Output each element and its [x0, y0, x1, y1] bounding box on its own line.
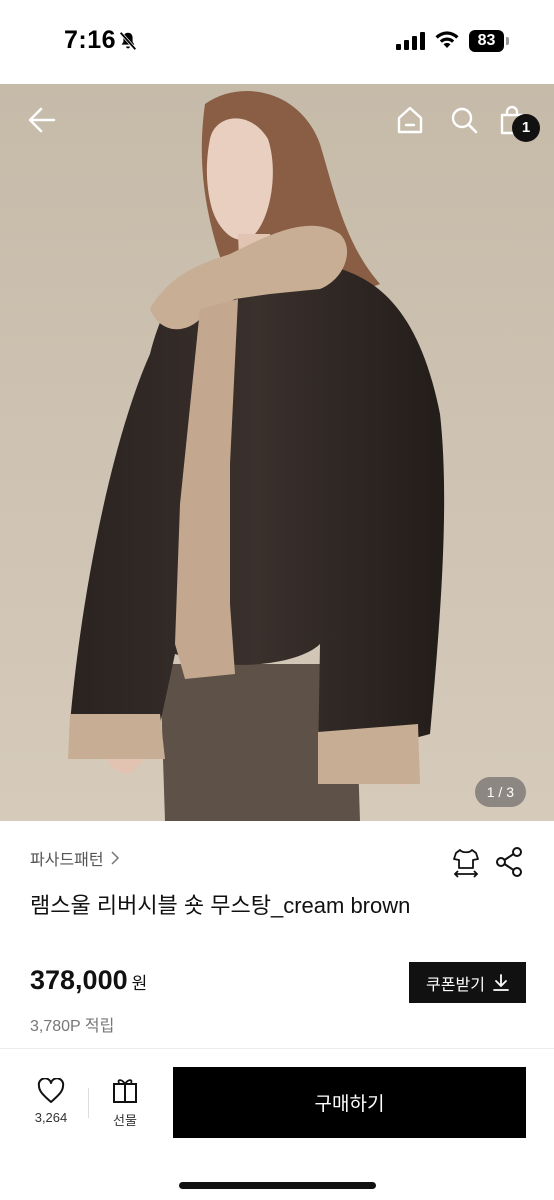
- product-image-carousel[interactable]: 1 1 / 3: [0, 84, 554, 821]
- bell-off-icon: [119, 31, 137, 51]
- product-title: 램스울 리버시블 숏 무스탕_cream brown: [30, 893, 411, 918]
- separator: [88, 1088, 89, 1118]
- search-icon: [451, 107, 478, 134]
- coupon-label: 쿠폰받기: [426, 976, 485, 994]
- search-button[interactable]: [442, 98, 486, 142]
- divider: [0, 1048, 554, 1049]
- buy-button[interactable]: 구매하기: [173, 1067, 526, 1138]
- like-count: 3,264: [34, 1110, 68, 1125]
- image-counter: 1 / 3: [474, 777, 526, 807]
- heart-icon: [37, 1078, 65, 1103]
- status-time: 7:16: [64, 26, 117, 54]
- brand-name: 파사드패턴: [30, 852, 104, 869]
- cart-count-badge: 1: [512, 114, 540, 142]
- price-unit: 원: [131, 974, 148, 993]
- home-icon: [397, 106, 423, 134]
- battery-icon: 83: [469, 30, 509, 52]
- chevron-right-icon: [111, 851, 119, 865]
- battery-level: 83: [469, 30, 504, 52]
- coupon-button[interactable]: 쿠폰받기: [409, 962, 526, 1003]
- signal-icon: [396, 32, 425, 50]
- home-button[interactable]: [388, 98, 432, 142]
- reward-points: 3,780P 적립: [30, 1018, 115, 1035]
- home-indicator[interactable]: [179, 1182, 376, 1189]
- brand-link[interactable]: 파사드패턴: [30, 846, 120, 870]
- back-arrow-icon: [28, 107, 56, 133]
- back-button[interactable]: [20, 98, 64, 142]
- gift-icon: [113, 1079, 137, 1103]
- gift-label: 선물: [113, 1113, 137, 1128]
- like-button[interactable]: 3,264: [26, 1078, 76, 1134]
- price: 378,000 원: [30, 965, 147, 996]
- download-icon: [493, 973, 509, 991]
- price-amount: 378,000: [30, 965, 128, 995]
- share-icon[interactable]: [494, 846, 524, 878]
- status-bar: 7:16 83: [0, 0, 554, 84]
- product-photo: [0, 84, 554, 821]
- wifi-icon: [435, 31, 459, 48]
- gift-button[interactable]: 선물: [100, 1078, 150, 1134]
- size-guide-icon[interactable]: [450, 846, 482, 878]
